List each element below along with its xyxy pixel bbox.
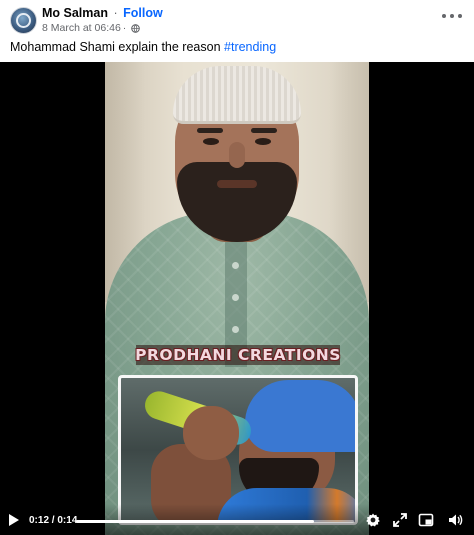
author-name[interactable]: Mo Salman bbox=[42, 6, 108, 20]
globe-icon bbox=[131, 23, 141, 33]
kurta-button bbox=[232, 326, 239, 333]
more-options-icon[interactable] bbox=[442, 8, 462, 24]
inset-clip bbox=[118, 375, 358, 525]
avatar-ring bbox=[16, 13, 31, 28]
follow-button[interactable]: Follow bbox=[123, 6, 163, 20]
hashtag-link[interactable]: #trending bbox=[224, 40, 276, 54]
progress-bar[interactable] bbox=[76, 520, 354, 523]
current-time: 0:12 bbox=[29, 515, 50, 526]
kurta-button bbox=[232, 262, 239, 269]
video-player[interactable]: PRODHANI CREATIONS 0:12 / 0:14 bbox=[0, 62, 474, 535]
person-eye bbox=[255, 138, 271, 145]
more-dot bbox=[450, 14, 454, 18]
volume-icon[interactable] bbox=[447, 512, 463, 528]
inset-hand bbox=[183, 406, 239, 460]
author-line: Mo Salman · Follow bbox=[42, 6, 163, 20]
play-icon[interactable] bbox=[9, 514, 19, 526]
kurta-button bbox=[232, 294, 239, 301]
timestamp-separator: · bbox=[122, 22, 127, 34]
person-eye bbox=[203, 138, 219, 145]
person-mouth bbox=[217, 180, 257, 188]
duration: 0:14 bbox=[57, 515, 78, 526]
video-watermark: PRODHANI CREATIONS bbox=[135, 345, 341, 365]
post-header: Mo Salman · Follow 8 March at 06:46 · bbox=[0, 0, 474, 36]
picture-in-picture-icon[interactable] bbox=[418, 512, 434, 528]
post-meta: 8 March at 06:46 · bbox=[42, 22, 141, 34]
caption-text: Mohammad Shami explain the reason bbox=[10, 40, 225, 54]
prayer-cap bbox=[173, 66, 301, 124]
progress-fill bbox=[76, 520, 315, 523]
fullscreen-icon[interactable] bbox=[392, 512, 408, 528]
post-caption: Mohammad Shami explain the reason #trend… bbox=[10, 40, 276, 54]
post-timestamp[interactable]: 8 March at 06:46 bbox=[42, 22, 121, 34]
avatar[interactable] bbox=[10, 7, 37, 34]
more-dot bbox=[442, 14, 446, 18]
author-separator: · bbox=[113, 6, 118, 20]
more-dot bbox=[458, 14, 462, 18]
person-brow bbox=[197, 128, 223, 133]
inset-player-helmet bbox=[245, 380, 355, 452]
video-time: 0:12 / 0:14 bbox=[29, 515, 77, 526]
person-brow bbox=[251, 128, 277, 133]
video-controls: 0:12 / 0:14 bbox=[0, 504, 474, 535]
person-nose bbox=[229, 142, 245, 168]
gear-icon[interactable] bbox=[365, 512, 381, 528]
